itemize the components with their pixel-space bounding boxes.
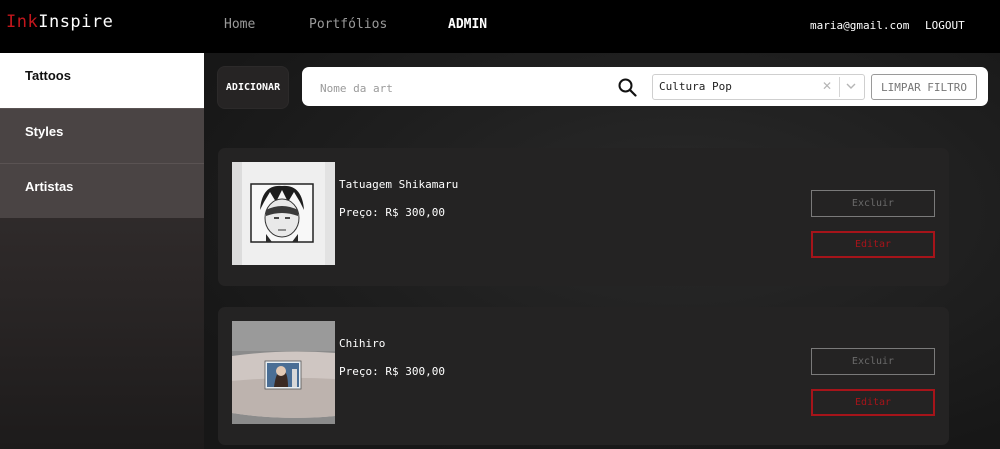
- tattoo-price: Preço: R$ 300,00: [339, 206, 445, 219]
- search-input[interactable]: [318, 79, 612, 97]
- tattoo-card: Chihiro Preço: R$ 300,00 Excluir Editar: [218, 307, 949, 445]
- sidebar: Tattoos Styles Artistas: [0, 53, 204, 449]
- logo[interactable]: InkInspire: [6, 12, 113, 32]
- sidebar-item-tattoos[interactable]: Tattoos: [0, 53, 204, 108]
- tattoo-title: Tatuagem Shikamaru: [339, 178, 459, 191]
- sidebar-item-label: Tattoos: [25, 68, 71, 83]
- tattoo-title: Chihiro: [339, 337, 386, 350]
- sidebar-item-styles[interactable]: Styles: [0, 108, 204, 163]
- nav-admin[interactable]: ADMIN: [448, 17, 487, 32]
- sidebar-item-label: Styles: [25, 124, 64, 139]
- delete-button[interactable]: Excluir: [811, 348, 935, 375]
- tattoo-thumbnail: [232, 162, 335, 265]
- user-email: maria@gmail.com: [810, 19, 910, 32]
- add-button[interactable]: ADICIONAR: [218, 67, 288, 108]
- edit-button[interactable]: Editar: [811, 389, 935, 416]
- top-navbar: InkInspire Home Portfólios ADMIN maria@g…: [0, 0, 1000, 53]
- clear-filter-button[interactable]: LIMPAR FILTRO: [871, 74, 977, 100]
- tattoo-price: Preço: R$ 300,00: [339, 365, 445, 378]
- logout-link[interactable]: LOGOUT: [925, 19, 965, 32]
- tattoo-thumbnail: [232, 321, 335, 424]
- sidebar-item-artistas[interactable]: Artistas: [0, 163, 204, 218]
- nav-portfolios[interactable]: Portfólios: [309, 17, 387, 32]
- search-icon[interactable]: [617, 77, 637, 97]
- delete-button[interactable]: Excluir: [811, 190, 935, 217]
- edit-button[interactable]: Editar: [811, 231, 935, 258]
- style-filter-value: Cultura Pop: [659, 80, 732, 93]
- close-icon[interactable]: ✕: [822, 79, 832, 93]
- tattoo-card: Tatuagem Shikamaru Preço: R$ 300,00 Excl…: [218, 148, 949, 286]
- sidebar-item-label: Artistas: [25, 179, 74, 194]
- logo-ink: Ink: [6, 12, 39, 32]
- chevron-down-icon[interactable]: [846, 82, 856, 90]
- logo-inspire: Inspire: [38, 12, 114, 32]
- select-divider: [839, 77, 840, 97]
- nav-home[interactable]: Home: [224, 17, 255, 32]
